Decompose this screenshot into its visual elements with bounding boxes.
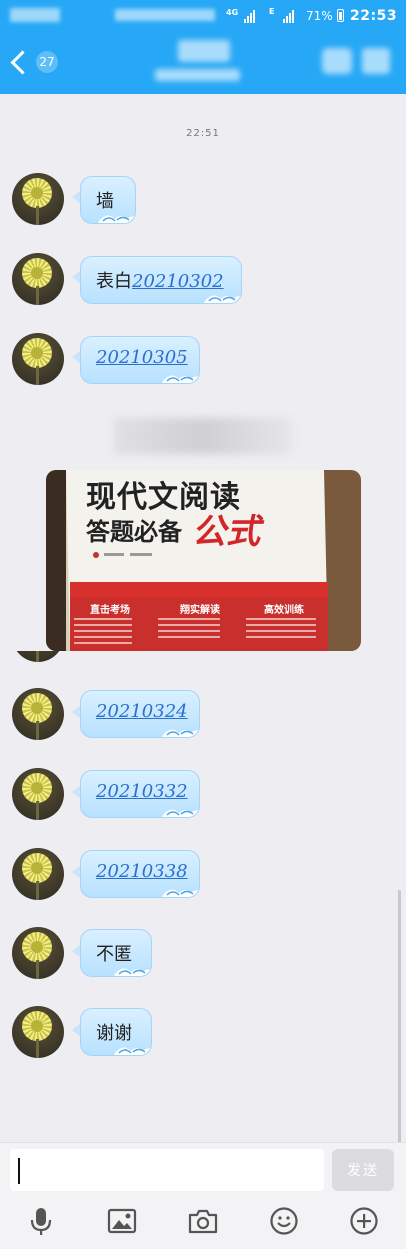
message-bubble[interactable]: 表白20210302	[80, 256, 242, 304]
wave-decoration-icon	[114, 1047, 151, 1055]
wave-decoration-icon	[162, 809, 199, 817]
message-bubble[interactable]: 20210338	[80, 850, 200, 898]
camera-icon[interactable]	[187, 1205, 219, 1237]
book-subtitle: 答题必备	[86, 518, 182, 546]
clock: 22:53	[350, 8, 398, 24]
wave-decoration-icon	[98, 215, 135, 223]
carrier-blurred	[115, 9, 215, 21]
wave-decoration-icon	[162, 375, 199, 383]
avatar[interactable]	[12, 688, 64, 740]
unread-count-badge: 27	[36, 51, 58, 73]
book-section-1: 直击考场	[90, 605, 130, 616]
wave-decoration-icon	[162, 729, 199, 737]
chevron-left-icon	[10, 50, 35, 75]
avatar[interactable]	[12, 1006, 64, 1058]
status-bar: 4G E 71% 22:53	[0, 0, 406, 32]
message-link[interactable]: 20210305	[96, 347, 188, 368]
battery-icon	[337, 9, 344, 22]
message-bubble[interactable]: 墙	[80, 176, 136, 224]
book-section-3: 高效训练	[264, 605, 304, 616]
contact-status-blurred	[155, 69, 240, 81]
avatar[interactable]	[12, 173, 64, 225]
menu-icon[interactable]	[362, 48, 390, 74]
message-prefix: 表白	[96, 271, 132, 292]
book-section-2: 翔实解读	[180, 605, 220, 616]
message-link[interactable]: 20210324	[96, 701, 188, 722]
image-icon[interactable]	[106, 1205, 138, 1237]
network-type: 4G	[226, 8, 239, 17]
blurred-area	[114, 418, 292, 454]
scrollbar[interactable]	[398, 890, 401, 1145]
data-type: E	[269, 7, 275, 16]
time-separator: 22:51	[186, 128, 220, 139]
battery-percent: 71%	[306, 9, 333, 23]
emoji-icon[interactable]	[268, 1205, 300, 1237]
wave-decoration-icon	[204, 295, 241, 303]
profile-icon[interactable]	[322, 48, 352, 74]
microphone-icon[interactable]	[25, 1205, 57, 1237]
message-link[interactable]: 20210332	[96, 781, 188, 802]
book-subtitle-red: 公式	[192, 512, 260, 552]
message-input[interactable]	[10, 1149, 324, 1191]
back-button[interactable]: 27	[6, 44, 66, 80]
image-message[interactable]: 现代文阅读 答题必备 公式 直击考场 翔实解读 高效训练	[46, 470, 361, 651]
message-bubble[interactable]: 谢谢	[80, 1008, 152, 1056]
message-bubble[interactable]: 不匿	[80, 929, 152, 977]
avatar[interactable]	[12, 927, 64, 979]
message-link[interactable]: 20210338	[96, 861, 188, 882]
avatar[interactable]	[12, 848, 64, 900]
contact-name-blurred	[178, 40, 230, 62]
chat-header: 27	[0, 32, 406, 94]
signal-icon-2	[283, 10, 294, 23]
message-bubble[interactable]: 20210324	[80, 690, 200, 738]
send-button[interactable]: 发送	[332, 1149, 394, 1191]
wave-decoration-icon	[162, 889, 199, 897]
signal-icon	[244, 10, 255, 23]
avatar[interactable]	[12, 253, 64, 305]
message-bubble[interactable]: 20210332	[80, 770, 200, 818]
input-area: 发送	[0, 1142, 406, 1249]
text-caret	[18, 1158, 20, 1184]
wave-decoration-icon	[114, 968, 151, 976]
avatar[interactable]	[12, 768, 64, 820]
avatar[interactable]	[12, 333, 64, 385]
status-icons-blurred	[10, 8, 60, 22]
message-bubble[interactable]: 20210305	[80, 336, 200, 384]
plus-icon[interactable]	[348, 1205, 380, 1237]
